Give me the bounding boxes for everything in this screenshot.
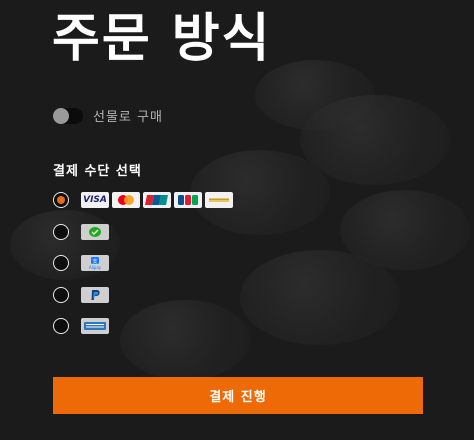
gift-option: 선물로 구매 xyxy=(53,106,163,125)
jcb-icon xyxy=(174,192,202,208)
gift-toggle[interactable] xyxy=(53,107,83,124)
radio-amex[interactable] xyxy=(53,318,69,334)
payment-method-cards[interactable]: VISA xyxy=(53,192,233,208)
gift-label: 선물로 구매 xyxy=(93,110,163,125)
alipay-text: Alipay xyxy=(89,265,102,270)
amex-icon xyxy=(81,318,109,334)
payment-method-amex[interactable] xyxy=(53,318,109,334)
alipay-icon: 支 Alipay xyxy=(81,255,109,271)
payment-method-wechat[interactable] xyxy=(53,224,109,240)
payment-section-label: 결제 수단 선택 xyxy=(53,164,142,179)
visa-text: VISA xyxy=(83,195,107,205)
card-logos: VISA xyxy=(81,192,233,208)
proceed-payment-button[interactable]: 결제 진행 xyxy=(53,377,423,414)
wechat-pay-icon xyxy=(81,224,109,240)
radio-wechat[interactable] xyxy=(53,224,69,240)
unionpay-icon xyxy=(143,192,171,208)
mastercard-icon xyxy=(112,192,140,208)
union-generic-icon xyxy=(205,192,233,208)
radio-cards[interactable] xyxy=(53,192,69,208)
svg-text:支: 支 xyxy=(92,258,97,265)
payment-method-alipay[interactable]: 支 Alipay xyxy=(53,255,109,271)
visa-icon: VISA xyxy=(81,192,109,208)
payment-method-paypal[interactable] xyxy=(53,287,109,303)
radio-alipay[interactable] xyxy=(53,255,69,271)
toggle-knob xyxy=(53,107,69,124)
paypal-icon xyxy=(81,287,109,303)
page-title: 주문 방식 xyxy=(52,9,272,69)
radio-paypal[interactable] xyxy=(53,287,69,303)
